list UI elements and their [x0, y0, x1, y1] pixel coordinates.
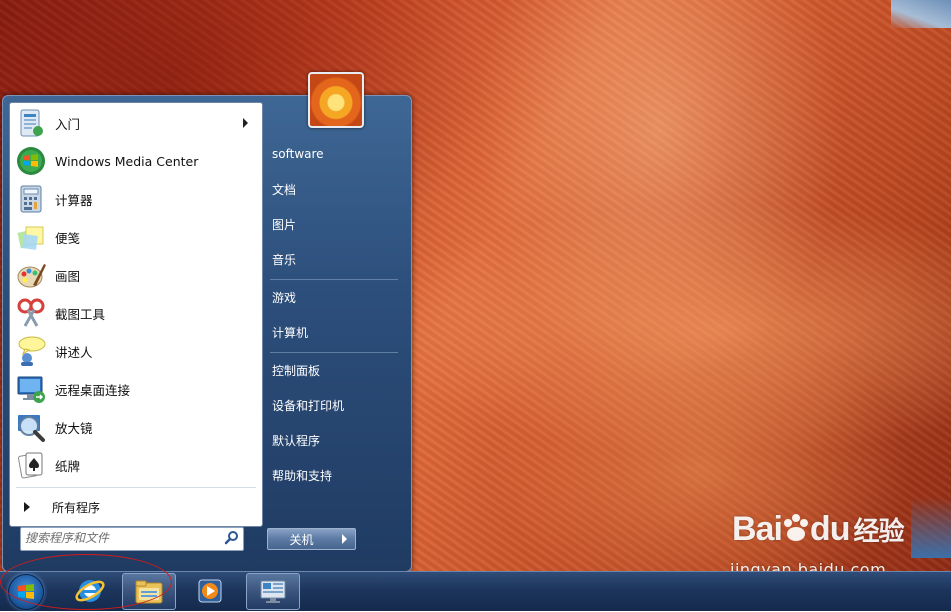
- shutdown-button[interactable]: 关机: [267, 528, 336, 550]
- program-windows-media-center[interactable]: Windows Media Center: [13, 143, 258, 179]
- right-divider: [270, 352, 398, 353]
- right-item-label: 帮助和支持: [272, 468, 333, 483]
- right-item-computer[interactable]: 计算机: [266, 318, 400, 346]
- program-label: 纸牌: [55, 458, 81, 474]
- watermark-logo-bai: Bai: [732, 510, 783, 548]
- program-sticky-notes[interactable]: 便笺: [13, 219, 258, 255]
- right-item-label: 游戏: [272, 290, 297, 305]
- search-input[interactable]: [25, 530, 215, 546]
- paint-icon: [15, 259, 47, 291]
- snipping-tool-icon: [15, 297, 47, 329]
- all-programs-label: 所有程序: [52, 500, 101, 515]
- paw-icon: [783, 514, 808, 541]
- program-label: 截图工具: [55, 306, 106, 322]
- right-item-label: 文档: [272, 182, 297, 197]
- calculator-icon: [15, 183, 47, 215]
- right-item-devices-printers[interactable]: 设备和打印机: [266, 391, 400, 419]
- right-item-games[interactable]: 游戏: [266, 283, 400, 311]
- submenu-arrow-icon: [243, 118, 248, 128]
- watermark-logo-du: du: [809, 510, 851, 548]
- right-item-documents[interactable]: 文档: [266, 175, 400, 203]
- program-label: 放大镜: [55, 420, 93, 436]
- right-item-software[interactable]: software: [266, 140, 400, 168]
- search-box[interactable]: [20, 527, 244, 551]
- sky-area: [891, 0, 951, 28]
- windows-media-center-icon: [15, 145, 47, 177]
- program-label: 讲述人: [55, 344, 93, 360]
- sticky-notes-icon: [15, 221, 47, 253]
- program-snipping-tool[interactable]: 截图工具: [13, 295, 258, 331]
- right-divider: [270, 279, 398, 280]
- start-menu-programs-panel: 入门 Windows Media Center 计算器 便笺 画图 截图工具 讲…: [9, 102, 263, 527]
- right-item-label: software: [272, 147, 324, 161]
- search-icon[interactable]: [224, 530, 240, 546]
- getting-started-icon: [15, 107, 47, 139]
- programs-divider: [16, 487, 256, 488]
- right-item-help-support[interactable]: 帮助和支持: [266, 461, 400, 489]
- right-item-label: 设备和打印机: [272, 398, 345, 413]
- all-programs-button[interactable]: 所有程序: [16, 495, 256, 519]
- program-remote-desktop[interactable]: 远程桌面连接: [13, 371, 258, 407]
- right-item-pictures[interactable]: 图片: [266, 210, 400, 238]
- program-magnifier[interactable]: 放大镜: [13, 409, 258, 445]
- program-label: Windows Media Center: [55, 153, 199, 169]
- watermark-logo: Bai du 经验: [732, 510, 904, 549]
- right-item-label: 图片: [272, 217, 297, 232]
- right-item-control-panel[interactable]: 控制面板: [266, 356, 400, 384]
- program-label: 计算器: [55, 192, 93, 208]
- right-item-label: 控制面板: [272, 363, 321, 378]
- remote-desktop-icon: [260, 580, 286, 603]
- program-label: 便笺: [55, 230, 81, 246]
- program-label: 远程桌面连接: [55, 382, 131, 398]
- right-item-default-programs[interactable]: 默认程序: [266, 426, 400, 454]
- right-item-music[interactable]: 音乐: [266, 245, 400, 273]
- right-item-label: 音乐: [272, 252, 297, 267]
- right-item-label: 计算机: [272, 325, 309, 340]
- expand-arrow-icon: [24, 502, 30, 512]
- program-solitaire[interactable]: 纸牌: [13, 447, 258, 483]
- program-paint[interactable]: 画图: [13, 257, 258, 293]
- program-label: 画图: [55, 268, 81, 284]
- narrator-icon: [15, 335, 47, 367]
- right-item-label: 默认程序: [272, 433, 321, 448]
- shutdown-options-button[interactable]: [335, 528, 356, 550]
- magnifier-icon: [15, 411, 47, 443]
- watermark-logo-cn: 经验: [853, 517, 904, 547]
- taskbar-remote-desktop[interactable]: [246, 573, 300, 610]
- program-calculator[interactable]: 计算器: [13, 181, 258, 217]
- program-label: 入门: [55, 116, 81, 132]
- user-account-picture[interactable]: [308, 72, 364, 128]
- media-player-icon: [198, 579, 222, 602]
- program-getting-started[interactable]: 入门: [13, 105, 258, 141]
- program-narrator[interactable]: 讲述人: [13, 333, 258, 369]
- annotation-highlight-ellipse: [0, 554, 172, 610]
- taskbar-windows-media-player[interactable]: [184, 573, 236, 608]
- remote-desktop-icon: [15, 373, 47, 405]
- solitaire-icon: [15, 449, 47, 481]
